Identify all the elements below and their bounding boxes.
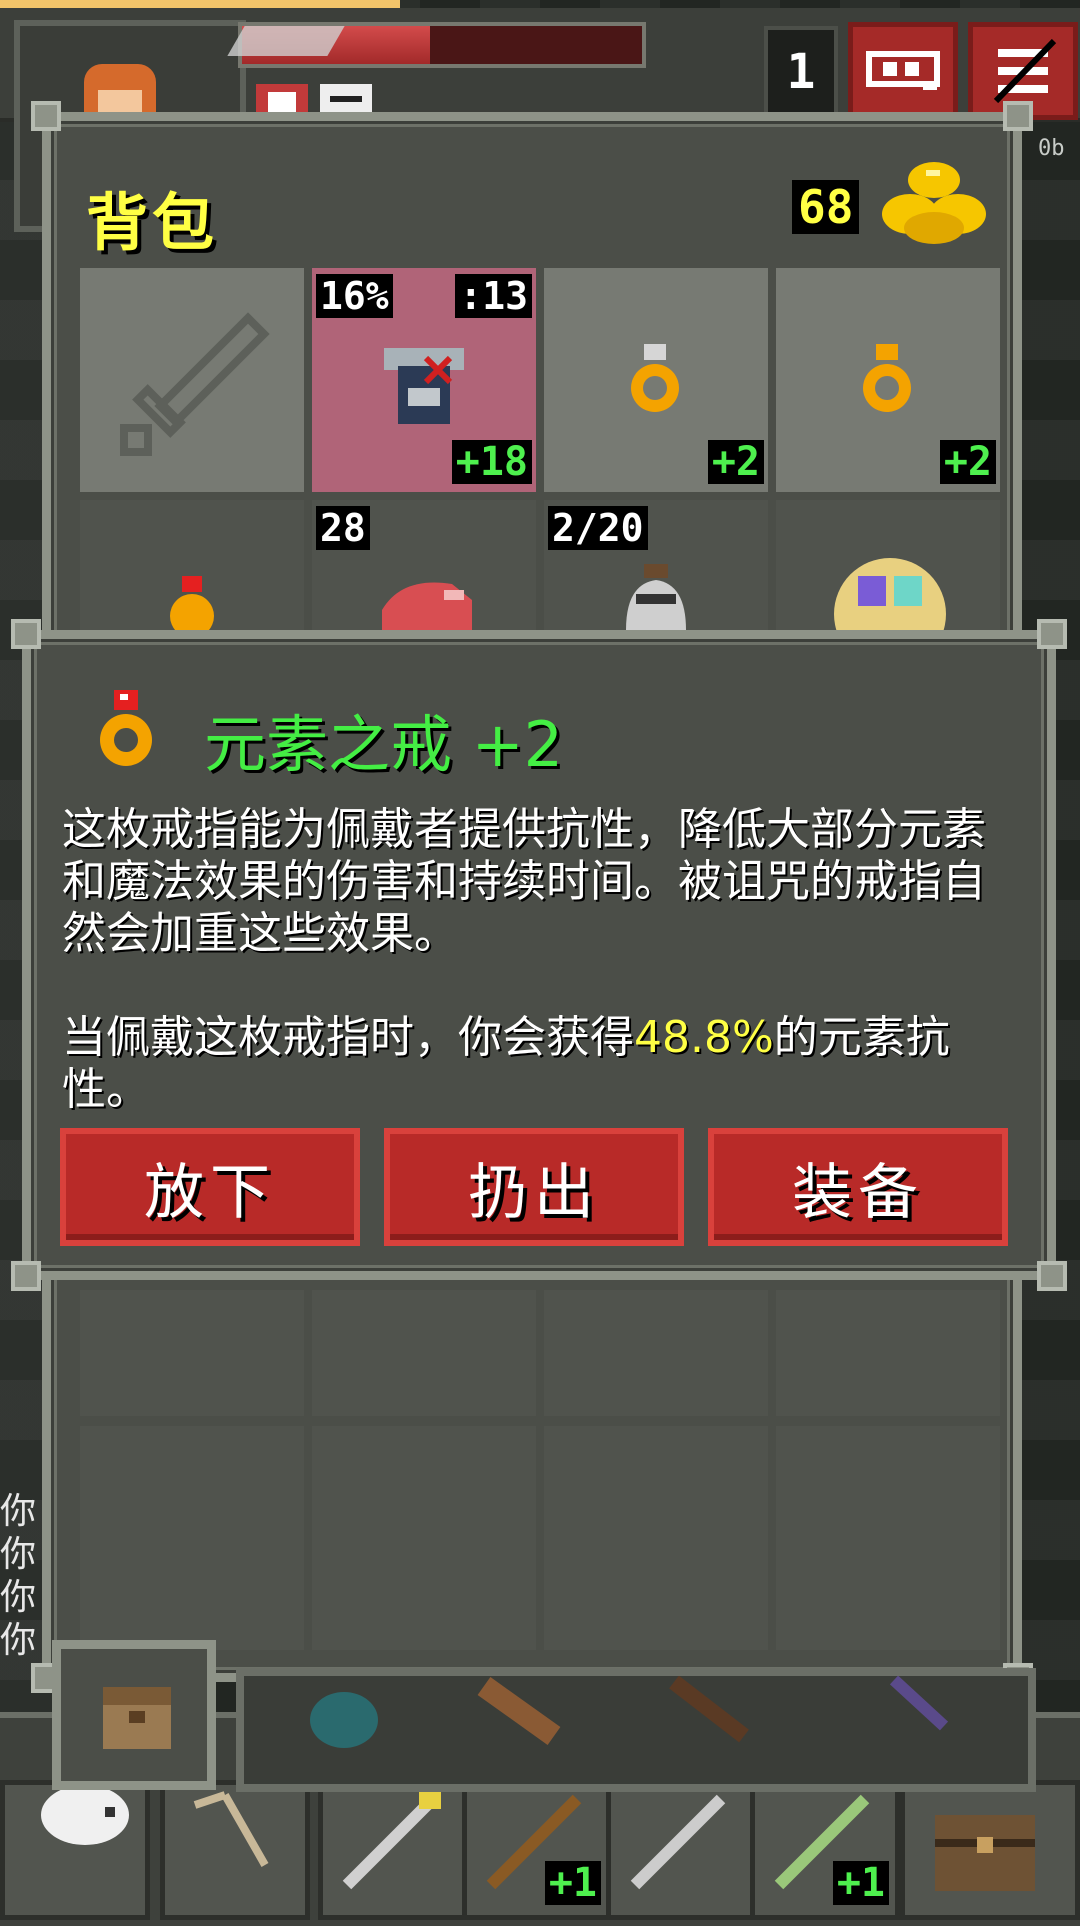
backpack-slot[interactable] (80, 500, 304, 630)
item-description: 这枚戒指能为佩戴者提供抗性，降低大部分元素和魔法效果的伤害和持续时间。被诅咒的戒… (62, 804, 1022, 1116)
window-corner (1003, 101, 1033, 131)
backpack-slot[interactable]: 2/20 (544, 500, 768, 630)
window-corner (11, 619, 41, 649)
depth-indicator: 1 (764, 26, 838, 118)
log-line: 你 (0, 1577, 37, 1618)
chest-icon (935, 1815, 1035, 1891)
backpack-slot[interactable] (312, 1290, 536, 1416)
wand-upgrade-level: +1 (544, 1861, 601, 1905)
orb-icon (834, 558, 946, 630)
backpack-tab[interactable] (52, 1640, 216, 1790)
log-line: 你 (0, 1620, 37, 1661)
quickslot[interactable] (0, 1780, 150, 1920)
item-title: 元素之戒 +2 (204, 708, 564, 781)
backpack-slot[interactable] (312, 1426, 536, 1650)
backpack-slot[interactable] (776, 1426, 1000, 1650)
quickslot[interactable] (606, 1780, 756, 1920)
throw-button[interactable]: 扔出 (384, 1128, 684, 1246)
pouch-icon[interactable] (304, 1682, 384, 1752)
log-line: 你 (0, 1491, 37, 1532)
armor-slot[interactable]: 16% :13 +18 (312, 268, 536, 492)
item-effect-text: 当佩戴这枚戒指时，你会获得48.8%的元素抗性。 (62, 1012, 950, 1115)
version-label: 0b (1038, 136, 1065, 161)
quickslot[interactable]: +1 (462, 1780, 612, 1920)
ring-upgrade-level: +2 (939, 440, 996, 484)
backpack-slot[interactable] (544, 1290, 768, 1416)
armor-icon (384, 348, 464, 424)
slingshot-icon (193, 1791, 269, 1867)
waterskin-charges: 2/20 (548, 506, 648, 550)
waterskin-icon (626, 564, 686, 630)
scroll-holder-icon[interactable] (474, 1676, 564, 1746)
weapon-slot[interactable] (80, 268, 304, 492)
ring-icon (631, 344, 679, 412)
armor-upgrade-level: +18 (451, 440, 532, 484)
backpack-slot[interactable] (544, 1426, 768, 1650)
bag-tab-row (236, 1668, 1036, 1792)
sword-outline-icon (120, 312, 270, 456)
experience-bar (0, 0, 400, 8)
inventory-title: 背包 (86, 186, 219, 259)
hp-bar-shine (227, 26, 345, 56)
window-corner (1037, 619, 1067, 649)
backpack-icon (103, 1687, 171, 1749)
backpack-slot[interactable] (80, 1290, 304, 1416)
ring-red-gem-icon (170, 576, 214, 630)
log-line: 你 (0, 1534, 37, 1575)
wand-holster-icon[interactable] (664, 1676, 754, 1746)
inventory-button[interactable] (900, 1780, 1080, 1920)
quickslot[interactable] (160, 1780, 310, 1920)
resistance-value: 48.8% (634, 1012, 774, 1063)
ring-upgrade-level: +2 (707, 440, 764, 484)
quickslot[interactable] (318, 1780, 468, 1920)
backpack-slot[interactable]: 28 (312, 500, 536, 630)
window-corner (11, 1261, 41, 1291)
wand-yellow-icon (342, 1791, 441, 1890)
quickslot[interactable]: +1 (750, 1780, 900, 1920)
search-icon (866, 51, 940, 90)
armor-strength-req: :13 (455, 274, 532, 318)
drop-button[interactable]: 放下 (60, 1128, 360, 1246)
game-log: 你 你 你 你 (0, 1490, 40, 1662)
equip-button[interactable]: 装备 (708, 1128, 1008, 1246)
search-button[interactable] (848, 22, 958, 120)
item-quantity: 28 (316, 506, 370, 550)
ring-icon (863, 344, 911, 412)
potion-bandolier-icon[interactable] (874, 1676, 964, 1746)
ring-slot-1[interactable]: +2 (544, 268, 768, 492)
item-description-text: 这枚戒指能为佩戴者提供抗性，降低大部分元素和魔法效果的伤害和持续时间。被诅咒的戒… (62, 804, 986, 959)
backpack-slot[interactable] (776, 1290, 1000, 1416)
window-corner (31, 101, 61, 131)
window-corner (1037, 1261, 1067, 1291)
gold-count: 68 (792, 180, 860, 234)
menu-icon (993, 39, 1057, 103)
wand-silver-icon (630, 1794, 726, 1890)
armor-durability: 16% (316, 274, 393, 318)
ring-slot-2[interactable]: +2 (776, 268, 1000, 492)
skull-icon (41, 1785, 129, 1845)
gold-pile-icon[interactable] (876, 150, 992, 250)
wand-upgrade-level: +1 (832, 1861, 889, 1905)
backpack-slot[interactable] (80, 1426, 304, 1650)
backpack-slot[interactable] (776, 500, 1000, 630)
ring-red-gem-icon (100, 690, 152, 766)
meat-icon (382, 582, 472, 630)
